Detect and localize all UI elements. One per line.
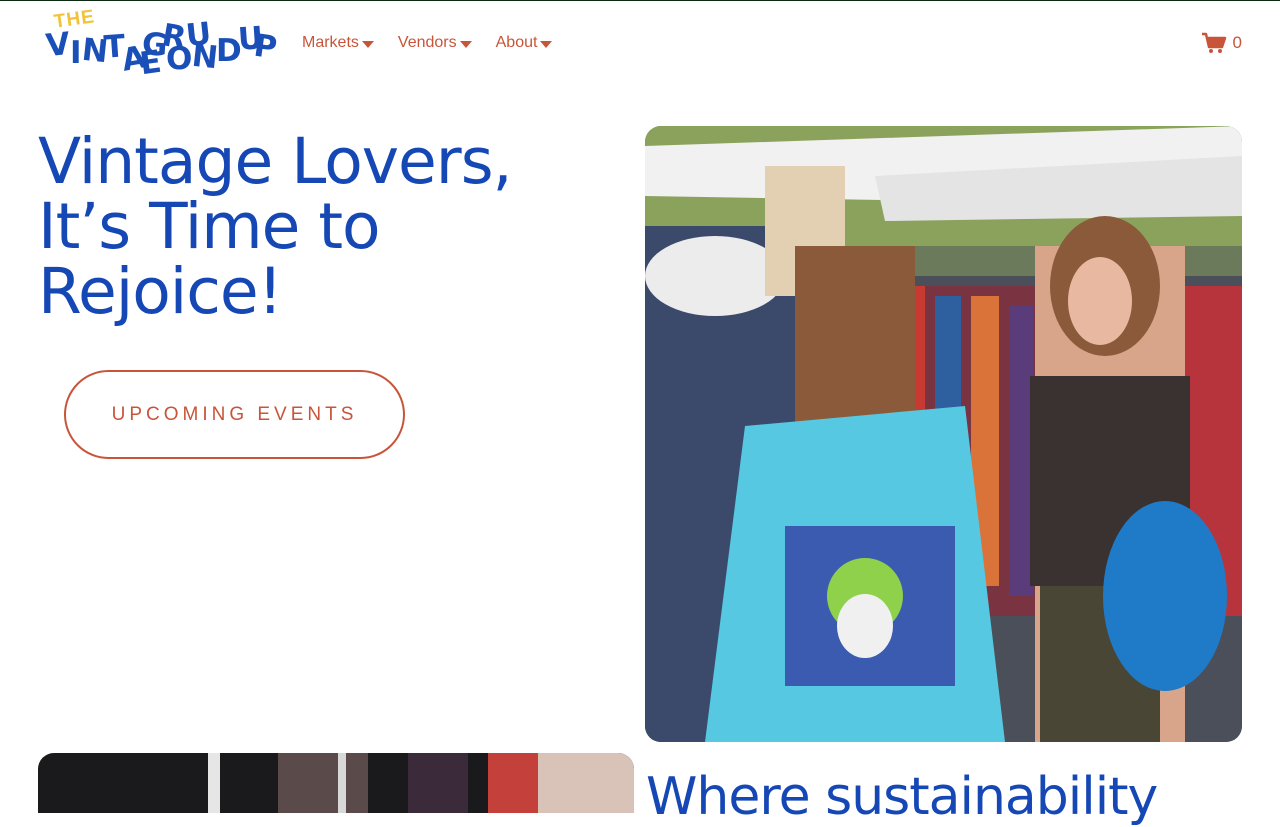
logo-letter: P (251, 27, 280, 67)
nav-item-label: About (495, 34, 538, 51)
upcoming-events-button[interactable]: UPCOMING EVENTS (64, 370, 405, 459)
hero-title-line: It’s Time to (38, 190, 381, 263)
secondary-photo (38, 753, 634, 813)
nav-item-markets[interactable]: Markets (302, 34, 374, 52)
cart-button[interactable]: 0 (1201, 32, 1242, 54)
main-nav: Markets Vendors About (302, 34, 553, 52)
cart-count: 0 (1232, 33, 1242, 52)
caret-down-icon (361, 41, 374, 48)
nav-item-label: Markets (302, 34, 359, 51)
cta-label: UPCOMING EVENTS (111, 403, 358, 425)
site-logo[interactable]: THE V I N T A G E R O U N D U P (44, 6, 279, 83)
caret-down-icon (459, 41, 472, 48)
nav-item-about[interactable]: About (496, 34, 553, 52)
caret-down-icon (540, 41, 553, 48)
hero-title: Vintage Lovers, It’s Time to Rejoice! (38, 129, 598, 324)
shopping-cart-icon (1201, 32, 1227, 54)
hero-photo (645, 126, 1242, 742)
logo-letter: V (44, 25, 72, 65)
hero-title-line: Vintage Lovers, (38, 125, 513, 198)
nav-item-label: Vendors (397, 34, 457, 51)
nav-item-vendors[interactable]: Vendors (398, 34, 472, 52)
section-title: Where sustainability (646, 767, 1158, 827)
hero-title-line: Rejoice! (38, 255, 283, 328)
logo-wordmark: V I N T A G E R O U N D U P (44, 16, 279, 83)
